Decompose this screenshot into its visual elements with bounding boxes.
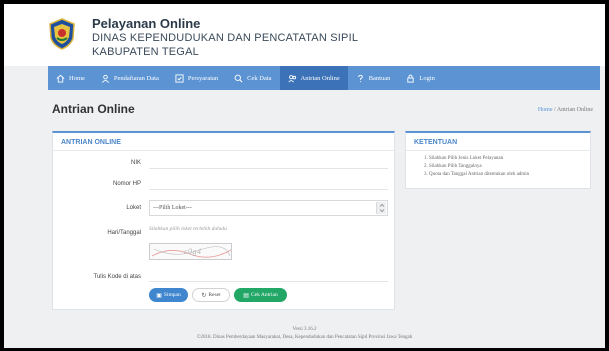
nav-antrian-online[interactable]: Antrian Online bbox=[279, 66, 348, 90]
nav-persyaratan[interactable]: Persyaratan bbox=[167, 66, 226, 90]
phone-label: Nomor HP bbox=[112, 181, 141, 187]
nav-bantuan-label: Bantuan bbox=[368, 74, 391, 82]
captcha-code-label: Tulis Kode di atas bbox=[93, 274, 141, 280]
panel-divider bbox=[406, 150, 590, 151]
search-icon bbox=[234, 74, 243, 83]
panel-divider bbox=[53, 150, 394, 151]
cek-antrian-button[interactable]: ▤ Cek Antrian bbox=[234, 288, 287, 302]
browser-frame: Pelayanan Online DINAS KEPENDUDUKAN DAN … bbox=[4, 4, 605, 348]
refresh-icon: ↻ bbox=[201, 292, 207, 299]
nav-pendaftaran[interactable]: Pendaftaran Data bbox=[93, 66, 167, 90]
reset-button[interactable]: ↻ Reset bbox=[192, 288, 230, 302]
site-title: Pelayanan Online bbox=[92, 16, 201, 31]
nav-antrian-online-label: Antrian Online bbox=[300, 74, 340, 82]
captcha-text: c0g4 bbox=[184, 247, 202, 256]
ketentuan-heading: KETENTUAN bbox=[414, 139, 458, 146]
loket-label: Loket bbox=[126, 205, 141, 211]
page-title: Antrian Online bbox=[52, 102, 135, 116]
nav-bantuan[interactable]: Bantuan bbox=[348, 66, 399, 90]
site-header: Pelayanan Online DINAS KEPENDUDUKAN DAN … bbox=[4, 4, 605, 66]
nav-home-label: Home bbox=[69, 74, 85, 82]
chevron-down-icon bbox=[376, 202, 386, 214]
rule-item: 1. Silahkan Pilih Jenis Loket Pelayanan bbox=[424, 156, 504, 161]
question-icon bbox=[356, 74, 365, 83]
nik-label: NIK bbox=[130, 160, 141, 166]
save-button-label: Simpan bbox=[163, 292, 181, 298]
date-label: Hari/Tanggal bbox=[107, 230, 141, 236]
print-icon: ▤ bbox=[243, 292, 249, 299]
users-icon bbox=[287, 74, 297, 83]
reset-button-label: Reset bbox=[208, 292, 221, 298]
site-subtitle: DINAS KEPENDUDUKAN DAN PENCATATAN SIPIL bbox=[92, 32, 359, 44]
breadcrumb-home-link[interactable]: Home bbox=[538, 107, 553, 113]
loket-select[interactable]: ---Pilih Loket--- bbox=[149, 200, 388, 216]
home-icon bbox=[56, 74, 65, 83]
site-footer: Versi 3.16.2 ©2018. Dinas Pemberdayaan M… bbox=[4, 326, 605, 342]
phone-input[interactable] bbox=[149, 176, 388, 190]
form-heading: ANTRIAN ONLINE bbox=[61, 139, 121, 146]
cek-antrian-button-label: Cek Antrian bbox=[250, 292, 278, 298]
nav-cek-data-label: Cek Data bbox=[247, 74, 272, 82]
ketentuan-panel: KETENTUAN 1. Silahkan Pilih Jenis Loket … bbox=[405, 131, 591, 189]
lock-icon bbox=[406, 74, 415, 83]
nav-persyaratan-label: Persyaratan bbox=[187, 74, 219, 82]
antrian-form-panel: ANTRIAN ONLINE NIK Nomor HP Loket ---Pil… bbox=[52, 131, 395, 310]
nav-pendaftaran-label: Pendaftaran Data bbox=[113, 74, 159, 82]
version-text: Versi 3.16.2 bbox=[292, 327, 317, 332]
rule-item: 2. Silahkan Pilih Tanggalnya bbox=[424, 164, 482, 169]
floppy-icon: ▣ bbox=[156, 292, 162, 299]
breadcrumb-current: Antrian Online bbox=[556, 107, 593, 113]
rule-item: 3. Quota dan Tanggal Antrian ditentukan … bbox=[424, 172, 530, 177]
nav-login[interactable]: Login bbox=[398, 66, 443, 90]
kabupaten-logo bbox=[48, 18, 76, 50]
save-button[interactable]: ▣ Simpan bbox=[149, 288, 188, 302]
captcha-code-input[interactable] bbox=[149, 268, 388, 282]
breadcrumb: Home / Antrian Online bbox=[538, 107, 593, 113]
checklist-icon bbox=[175, 73, 184, 83]
user-icon bbox=[101, 74, 110, 83]
nav-home[interactable]: Home bbox=[48, 66, 93, 90]
main-nav: Home Pendaftaran Data Persyaratan Cek Da… bbox=[48, 66, 600, 90]
breadcrumb-separator: / bbox=[553, 107, 556, 113]
copyright-text: ©2018. Dinas Pemberdayaan Masyarakat, De… bbox=[196, 335, 413, 340]
nav-login-label: Login bbox=[419, 74, 435, 82]
date-hint: Silahkan pilih loket terlebih dahulu bbox=[149, 226, 227, 232]
nav-cek-data[interactable]: Cek Data bbox=[226, 66, 279, 90]
loket-selected-value: ---Pilih Loket--- bbox=[153, 205, 192, 211]
nik-input[interactable] bbox=[149, 155, 388, 169]
captcha-image: c0g4 bbox=[149, 243, 232, 260]
site-subtitle-region: KABUPATEN TEGAL bbox=[92, 46, 199, 58]
